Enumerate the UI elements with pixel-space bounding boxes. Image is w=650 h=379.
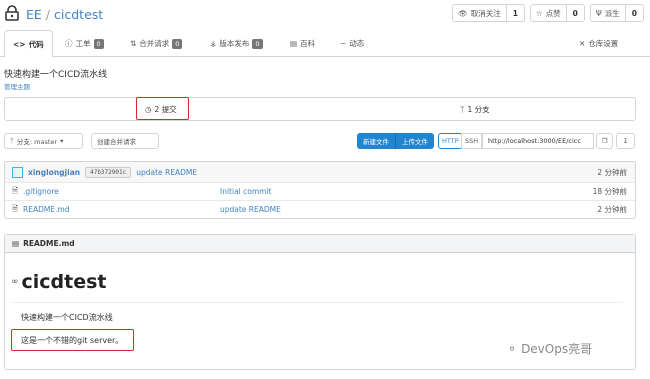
http-clone-button[interactable]: HTTP xyxy=(438,133,463,149)
tab-issues-label: 工单 xyxy=(75,39,91,48)
book-icon: ▤ xyxy=(12,239,20,248)
commit-sha-button[interactable]: 47b372901c xyxy=(85,166,132,178)
star-label: 点赞 xyxy=(545,8,561,18)
readme-filename: README.md xyxy=(23,239,75,248)
repo-separator: / xyxy=(45,7,51,22)
code-icon: <> xyxy=(13,39,26,49)
repo-tabs: <> 代码 ⓘ 工单 0 ⇅ 合并请求 0 ⚶ 版本发布 0 ▤ 百科 ∼ 动态 ✕ 仓库设置 xyxy=(0,30,650,58)
pulse-icon: ∼ xyxy=(340,39,347,48)
watch-count[interactable]: 1 xyxy=(505,5,524,21)
manage-topics-link[interactable]: 管理主题 xyxy=(4,81,30,91)
fork-icon: Ψ xyxy=(595,8,602,18)
download-button[interactable]: ↧ xyxy=(616,133,635,149)
highlight-box-commits xyxy=(136,97,189,120)
fork-button[interactable]: Ψ 派生 0 xyxy=(589,4,644,22)
tag-icon: ⚶ xyxy=(210,39,217,48)
readme-title-text: cicdtest xyxy=(21,271,107,293)
repo-name-link[interactable]: cicdtest xyxy=(54,7,103,22)
commit-time: 2 分钟前 xyxy=(597,167,627,177)
lock-icon xyxy=(5,5,19,21)
tab-wiki[interactable]: ▤ 百科 xyxy=(290,30,315,57)
branches-link[interactable]: ᛉ1 分支 xyxy=(460,98,490,120)
star-button[interactable]: ☆ 点赞 0 xyxy=(529,4,585,22)
repo-description: 快速构建一个CICD流水线 xyxy=(4,70,108,80)
repo-header: EE / cicdtest 👁 取消关注 1 ☆ 点赞 0 Ψ 派生 0 xyxy=(0,0,650,27)
copy-icon: ❐ xyxy=(601,137,608,145)
issues-count-badge: 0 xyxy=(93,38,104,49)
watermark-text: DevOps亮哥 xyxy=(521,342,593,356)
file-icon: 🗎 xyxy=(12,204,19,213)
tab-pull-requests-label: 合并请求 xyxy=(139,39,170,48)
tab-releases[interactable]: ⚶ 版本发布 0 xyxy=(210,30,263,57)
highlight-box-readme xyxy=(11,329,134,351)
chevron-down-icon: ▾ xyxy=(60,137,64,145)
file-commit-time: 2 分钟前 xyxy=(597,205,627,214)
branch-icon: ᛉ xyxy=(460,104,465,114)
wechat-icon: ⚬ xyxy=(507,341,518,356)
tools-icon: ✕ xyxy=(579,39,586,48)
latest-commit-row: xinglongjian 47b372901c update README 2 … xyxy=(5,162,635,182)
tab-wiki-label: 百科 xyxy=(300,39,316,48)
file-commit-message-link[interactable]: Initial commit xyxy=(220,187,272,196)
pull-requests-count-badge: 0 xyxy=(172,38,183,49)
branch-dropdown-label: 分支: master xyxy=(16,138,58,146)
repo-stats-bar: ◷ 2 提交 ᛉ1 分支 xyxy=(4,97,636,121)
watermark: ⚬ DevOps亮哥 xyxy=(507,340,592,357)
readme-paragraph: 快速构建一个CICD流水线 xyxy=(21,313,113,322)
upload-file-button[interactable]: 上传文件 xyxy=(395,133,434,149)
file-list: xinglongjian 47b372901c update README 2 … xyxy=(4,161,636,219)
link-icon[interactable]: ∞ xyxy=(11,277,19,287)
new-file-button[interactable]: 新建文件 xyxy=(357,133,395,149)
tab-activity-label: 动态 xyxy=(349,39,365,48)
fork-count[interactable]: 0 xyxy=(624,5,643,21)
commit-message-link[interactable]: update README xyxy=(136,168,197,177)
tab-code[interactable]: <> 代码 xyxy=(4,30,53,58)
watch-label: 取消关注 xyxy=(470,8,501,18)
tab-settings-label: 仓库设置 xyxy=(588,39,619,48)
new-pull-request-label: 创建合并请求 xyxy=(97,138,136,146)
branches-count: 1 分支 xyxy=(467,104,490,114)
new-pull-request-button[interactable]: 创建合并请求 xyxy=(91,133,159,149)
readme-header: ▤ README.md xyxy=(5,235,635,253)
download-icon: ↧ xyxy=(622,137,629,145)
fork-label: 派生 xyxy=(604,8,620,18)
repo-owner-link[interactable]: EE xyxy=(26,7,42,22)
file-commit-time: 18 分钟前 xyxy=(592,187,627,196)
tab-code-label: 代码 xyxy=(28,39,44,49)
branch-dropdown[interactable]: ᛉ 分支: master ▾ xyxy=(4,133,83,149)
ssh-clone-button[interactable]: SSH xyxy=(461,133,483,149)
readme-title: ∞ cicdtest xyxy=(11,271,107,293)
tab-settings[interactable]: ✕ 仓库设置 xyxy=(579,30,618,57)
pull-request-icon: ⇅ xyxy=(130,39,137,48)
issue-icon: ⓘ xyxy=(65,39,73,48)
book-icon: ▤ xyxy=(290,39,298,48)
commit-author-link[interactable]: xinglongjian xyxy=(28,168,80,177)
clone-url-input[interactable]: http://localhost:3000/EE/cicc xyxy=(482,133,594,149)
file-icon: 🗎 xyxy=(12,186,19,195)
file-commit-message-link[interactable]: update README xyxy=(220,205,281,214)
file-name-link[interactable]: .gitignore xyxy=(23,187,59,196)
tab-releases-label: 版本发布 xyxy=(219,39,250,48)
repo-title: EE / cicdtest xyxy=(26,7,103,22)
releases-count-badge: 0 xyxy=(252,38,263,49)
avatar[interactable] xyxy=(12,166,23,178)
divider xyxy=(11,302,623,303)
table-row: 🗎 .gitignore Initial commit 18 分钟前 xyxy=(5,182,635,200)
tab-pull-requests[interactable]: ⇅ 合并请求 0 xyxy=(130,30,183,57)
eye-icon: 👁 xyxy=(458,8,468,18)
branch-icon: ᛉ xyxy=(10,137,14,145)
file-name-link[interactable]: README.md xyxy=(23,205,70,214)
copy-url-button[interactable]: ❐ xyxy=(596,133,613,149)
file-toolbar: ᛉ 分支: master ▾ 创建合并请求 新建文件 上传文件 HTTP SSH h… xyxy=(4,133,636,149)
watch-button[interactable]: 👁 取消关注 1 xyxy=(452,4,525,22)
tab-issues[interactable]: ⓘ 工单 0 xyxy=(65,30,104,57)
table-row: 🗎 README.md update README 2 分钟前 xyxy=(5,200,635,218)
tab-activity[interactable]: ∼ 动态 xyxy=(340,30,364,57)
star-icon: ☆ xyxy=(535,8,543,18)
star-count[interactable]: 0 xyxy=(565,5,584,21)
